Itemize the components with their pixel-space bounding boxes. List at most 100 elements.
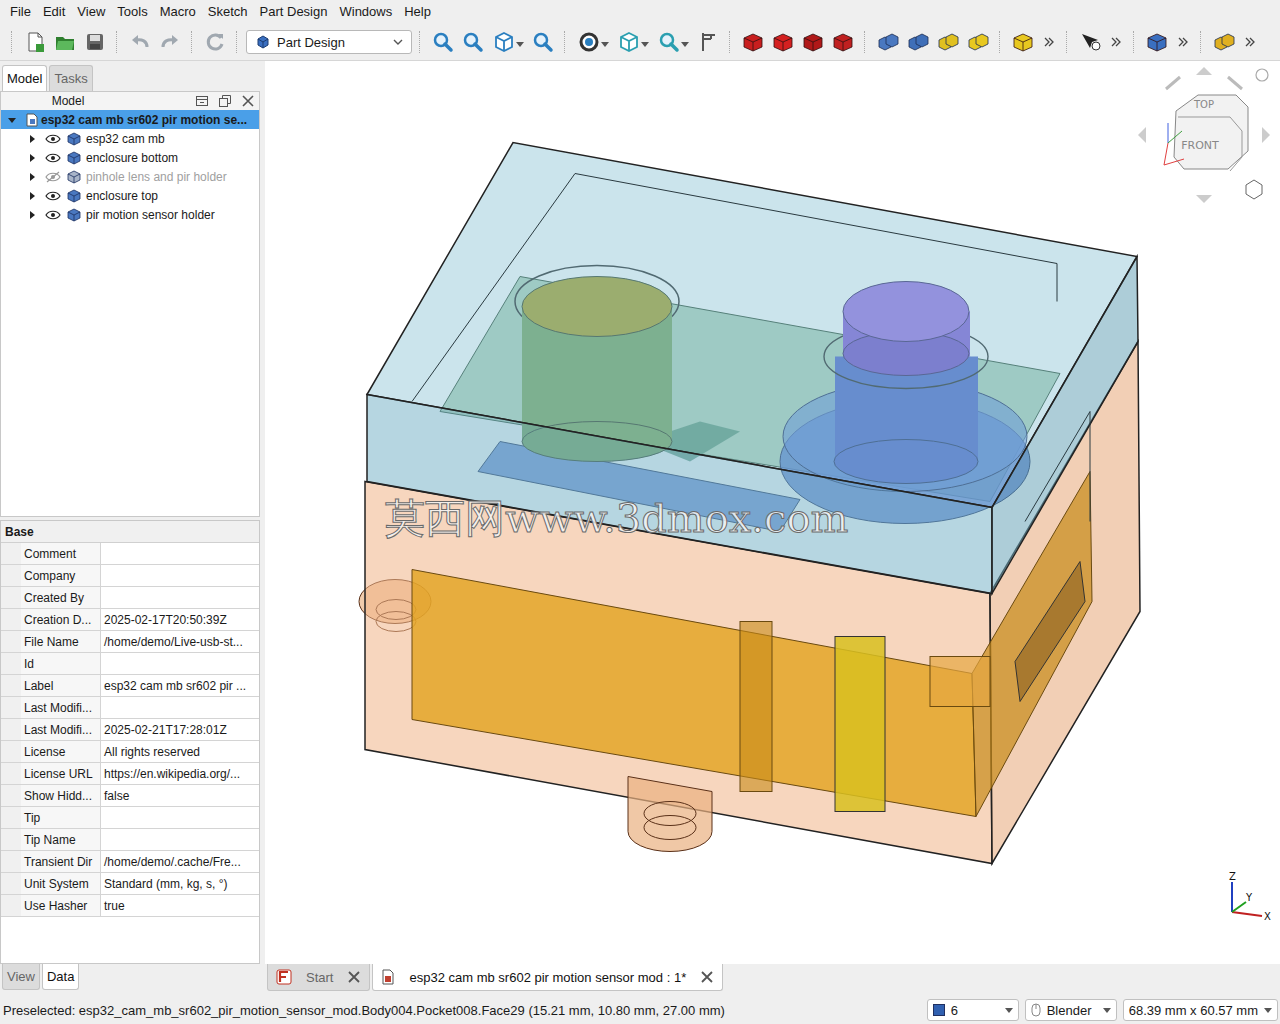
eye-hidden-icon[interactable] — [45, 171, 61, 183]
property-row[interactable]: Comment — [1, 543, 259, 565]
eye-icon[interactable] — [45, 133, 61, 145]
property-group[interactable]: Base — [1, 521, 259, 543]
property-row[interactable]: Tip — [1, 807, 259, 829]
menu-item[interactable]: Tools — [111, 2, 153, 22]
property-row[interactable]: Tip Name — [1, 829, 259, 851]
standard-views-icon[interactable] — [614, 27, 652, 57]
tree-item[interactable]: pir motion sensor holder — [1, 205, 259, 224]
fit-selection-icon[interactable] — [459, 27, 487, 57]
expand-arrow-icon[interactable] — [25, 151, 39, 165]
property-value[interactable]: All rights reserved — [101, 741, 259, 762]
property-row[interactable]: Labelesp32 cam mb sr602 pir ... — [1, 675, 259, 697]
navigation-cube[interactable]: TOP FRONT — [1138, 67, 1270, 203]
menu-item[interactable]: Part Design — [254, 2, 334, 22]
close-panel-icon[interactable] — [241, 94, 255, 108]
tree-item[interactable]: pinhole lens and pir holder — [1, 167, 259, 186]
datum-icon[interactable] — [934, 27, 962, 57]
property-row[interactable]: Last Modifi...2025-02-21T17:28:01Z — [1, 719, 259, 741]
whats-this-icon[interactable] — [1076, 27, 1104, 57]
3d-model[interactable]: 莫西网www.3dmox.com — [265, 61, 1280, 964]
expand-arrow-icon[interactable] — [25, 132, 39, 146]
isometric-view-icon[interactable] — [489, 27, 527, 57]
eye-icon[interactable] — [45, 152, 61, 164]
toolbar-overflow-icon[interactable] — [1177, 36, 1189, 48]
expand-arrow-icon[interactable] — [25, 208, 39, 222]
property-row[interactable]: LicenseAll rights reserved — [1, 741, 259, 763]
property-value[interactable] — [101, 653, 259, 674]
undo-icon[interactable] — [126, 27, 154, 57]
tree-item[interactable]: esp32 cam mb — [1, 129, 259, 148]
property-row[interactable]: License URLhttps://en.wikipedia.org/... — [1, 763, 259, 785]
property-value[interactable] — [101, 565, 259, 586]
workbench-cube-icon[interactable] — [1143, 27, 1171, 57]
property-value[interactable] — [101, 587, 259, 608]
menu-item[interactable]: View — [71, 2, 111, 22]
property-row[interactable]: Created By — [1, 587, 259, 609]
revolution-icon[interactable] — [769, 27, 797, 57]
toolbar-overflow-icon[interactable] — [1110, 36, 1122, 48]
float-panel-icon[interactable] — [218, 94, 232, 108]
property-row[interactable]: Company — [1, 565, 259, 587]
combo-view-tab[interactable]: Tasks — [49, 65, 92, 91]
refresh-icon[interactable] — [201, 27, 229, 57]
expand-arrow-icon[interactable] — [25, 189, 39, 203]
document-tab[interactable]: esp32 cam mb sr602 pir motion sensor mod… — [372, 964, 723, 991]
property-row[interactable]: File Name/home/demo/Live-usb-st... — [1, 631, 259, 653]
expand-arrow-icon[interactable] — [5, 113, 19, 127]
eye-icon[interactable] — [45, 209, 61, 221]
property-value[interactable]: 2025-02-17T20:50:39Z — [101, 609, 259, 630]
property-row[interactable]: Last Modifi... — [1, 697, 259, 719]
property-view-tab[interactable]: Data — [42, 964, 79, 990]
property-row[interactable]: Id — [1, 653, 259, 675]
measure-icon[interactable] — [694, 27, 722, 57]
dimension-selector[interactable]: 68.39 mm x 60.57 mm — [1123, 999, 1278, 1021]
property-row[interactable]: Show Hidd...false — [1, 785, 259, 807]
property-value[interactable] — [101, 543, 259, 564]
menu-item[interactable]: Help — [398, 2, 437, 22]
measure-view-icon[interactable] — [529, 27, 557, 57]
property-view-tab[interactable]: View — [2, 964, 40, 990]
collapse-panel-icon[interactable] — [195, 94, 209, 108]
mounting-ear[interactable] — [628, 777, 712, 852]
sketch-icon[interactable] — [904, 27, 932, 57]
expand-arrow-icon[interactable] — [25, 170, 39, 184]
property-row[interactable]: Creation D...2025-02-17T20:50:39Z — [1, 609, 259, 631]
toolbar-overflow-icon[interactable] — [1244, 36, 1256, 48]
zoom-icon[interactable] — [654, 27, 692, 57]
3d-viewport[interactable]: 莫西网www.3dmox.comTOPFRONTZYX — [265, 61, 1280, 964]
property-row[interactable]: Transient Dir/home/demo/.cache/Fre... — [1, 851, 259, 873]
property-value[interactable]: true — [101, 895, 259, 916]
eye-icon[interactable] — [45, 190, 61, 202]
cube-front-label[interactable]: FRONT — [1181, 139, 1219, 152]
property-row[interactable]: Use Hashertrue — [1, 895, 259, 917]
shape-binder-icon[interactable] — [964, 27, 992, 57]
part-icon[interactable] — [1009, 27, 1037, 57]
menu-item[interactable]: File — [4, 2, 37, 22]
property-value[interactable]: /home/demo/Live-usb-st... — [101, 631, 259, 652]
workbench-selector[interactable]: Part Design — [246, 30, 412, 54]
draw-style-selector[interactable]: 6 — [927, 999, 1019, 1021]
redo-icon[interactable] — [156, 27, 184, 57]
tree-item[interactable]: enclosure bottom — [1, 148, 259, 167]
property-value[interactable]: Standard (mm, kg, s, °) — [101, 873, 259, 894]
cube-top-label[interactable]: TOP — [1193, 99, 1214, 110]
fit-all-icon[interactable] — [429, 27, 457, 57]
open-document-icon[interactable] — [51, 27, 79, 57]
menu-item[interactable]: Windows — [333, 2, 398, 22]
save-document-icon[interactable] — [81, 27, 109, 57]
tree-item[interactable]: esp32 cam mb sr602 pir motion se... — [1, 110, 259, 129]
hole-icon[interactable] — [829, 27, 857, 57]
property-value[interactable]: false — [101, 785, 259, 806]
document-tab[interactable]: Start — [267, 964, 370, 991]
pad-icon[interactable] — [739, 27, 767, 57]
combo-view-tab[interactable]: Model — [2, 65, 47, 91]
menu-item[interactable]: Edit — [37, 2, 71, 22]
property-value[interactable] — [101, 807, 259, 828]
toolbar-overflow-icon[interactable] — [1043, 36, 1055, 48]
close-tab-icon[interactable] — [700, 970, 714, 984]
addon-stack-icon[interactable] — [1210, 27, 1238, 57]
property-value[interactable]: https://en.wikipedia.org/... — [101, 763, 259, 784]
property-row[interactable]: Unit SystemStandard (mm, kg, s, °) — [1, 873, 259, 895]
property-value[interactable] — [101, 697, 259, 718]
new-document-icon[interactable] — [21, 27, 49, 57]
